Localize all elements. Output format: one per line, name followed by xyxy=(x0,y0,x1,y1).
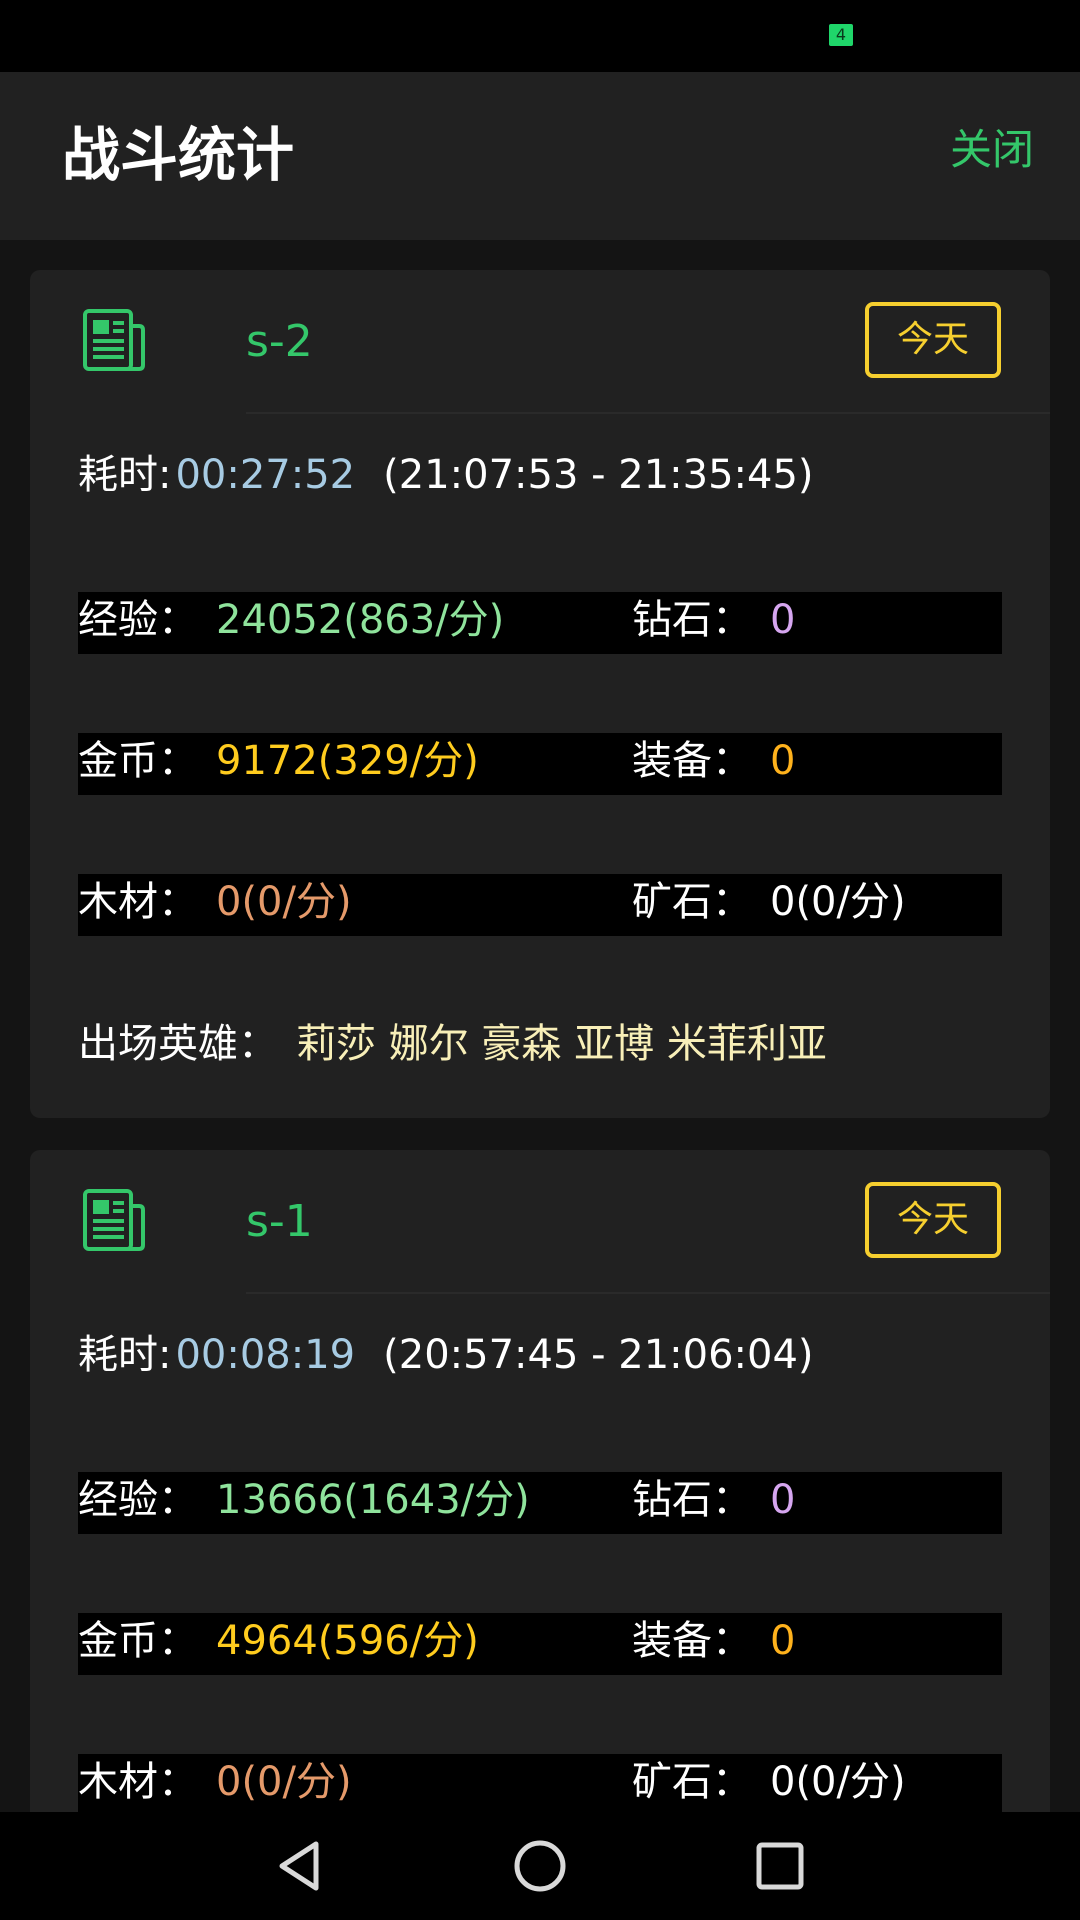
navigation-bar xyxy=(0,1812,1080,1920)
ore-label: 矿石： xyxy=(632,879,752,925)
status-bar: 4 xyxy=(0,0,1080,72)
wood-stat: 木材： 0(0/分) xyxy=(78,874,352,936)
ore-stat: 矿石： 0(0/分) xyxy=(632,874,906,936)
battle-id: s-2 xyxy=(246,316,313,367)
diamond-label: 钻石： xyxy=(632,1477,752,1523)
exp-stat: 经验： 13666(1643/分) xyxy=(78,1472,530,1534)
newspaper-icon xyxy=(83,1189,145,1251)
date-badge[interactable]: 今天 xyxy=(865,302,1001,378)
ore-value: 0(0/分) xyxy=(770,879,906,925)
battle-id: s-1 xyxy=(246,1196,313,1247)
time-range: (20:57:45 - 21:06:04) xyxy=(383,1332,814,1378)
diamond-stat: 钻石： 0 xyxy=(632,592,795,654)
ore-stat: 矿石： 0(0/分) xyxy=(632,1754,906,1812)
card-divider xyxy=(246,412,1050,414)
close-button[interactable]: 关闭 xyxy=(950,122,1034,178)
duration-value: 00:27:52 xyxy=(175,452,356,498)
home-circle-icon[interactable] xyxy=(510,1836,570,1896)
gold-stat: 金币： 9172(329/分) xyxy=(78,733,479,795)
equip-stat: 装备： 0 xyxy=(632,733,795,795)
exp-label: 经验： xyxy=(78,597,198,643)
page-title: 战斗统计 xyxy=(62,121,295,189)
stat-row-exp-diamond: 经验： 24052(863/分) 钻石： 0 xyxy=(78,592,1002,654)
wood-value: 0(0/分) xyxy=(216,879,352,925)
equip-value: 0 xyxy=(770,738,796,784)
diamond-value: 0 xyxy=(770,1477,796,1523)
battle-stats-screen: 4 战斗统计 关闭 s-2 今天 耗时: 00:27:52 (21:07:53 - xyxy=(0,0,1080,1920)
wood-value: 0(0/分) xyxy=(216,1759,352,1805)
date-badge[interactable]: 今天 xyxy=(865,1182,1001,1258)
recents-square-icon[interactable] xyxy=(750,1836,810,1896)
battery-icon: 4 xyxy=(829,24,853,46)
battle-list[interactable]: s-2 今天 耗时: 00:27:52 (21:07:53 - 21:35:45) … xyxy=(0,240,1080,1812)
heroes-label: 出场英雄： xyxy=(78,1021,278,1067)
stat-row-gold-equip: 金币： 9172(329/分) 装备： 0 xyxy=(78,733,1002,795)
duration-label: 耗时: xyxy=(78,452,172,498)
card-divider xyxy=(246,1292,1050,1294)
equip-label: 装备： xyxy=(632,738,752,784)
wood-label: 木材： xyxy=(78,879,198,925)
gold-value: 4964(596/分) xyxy=(216,1618,479,1664)
diamond-stat: 钻石： 0 xyxy=(632,1472,795,1534)
exp-label: 经验： xyxy=(78,1477,198,1523)
newspaper-icon xyxy=(83,309,145,371)
duration-line: 耗时: 00:27:52 (21:07:53 - 21:35:45) xyxy=(78,448,814,502)
ore-value: 0(0/分) xyxy=(770,1759,906,1805)
equip-value: 0 xyxy=(770,1618,796,1664)
gold-label: 金币： xyxy=(78,738,198,784)
battle-card[interactable]: s-2 今天 耗时: 00:27:52 (21:07:53 - 21:35:45) … xyxy=(30,270,1050,1118)
diamond-value: 0 xyxy=(770,597,796,643)
heroes-value: 莉莎 娜尔 豪森 亚博 米菲利亚 xyxy=(296,1021,827,1067)
wood-stat: 木材： 0(0/分) xyxy=(78,1754,352,1812)
diamond-label: 钻石： xyxy=(632,597,752,643)
back-triangle-icon[interactable] xyxy=(270,1836,330,1896)
app-header: 战斗统计 关闭 xyxy=(0,72,1080,240)
duration-value: 00:08:19 xyxy=(175,1332,356,1378)
gold-stat: 金币： 4964(596/分) xyxy=(78,1613,479,1675)
ore-label: 矿石： xyxy=(632,1759,752,1805)
heroes-line: 出场英雄： 莉莎 娜尔 豪森 亚博 米菲利亚 xyxy=(78,1016,827,1072)
exp-value: 24052(863/分) xyxy=(216,597,505,643)
exp-stat: 经验： 24052(863/分) xyxy=(78,592,504,654)
equip-stat: 装备： 0 xyxy=(632,1613,795,1675)
battle-card[interactable]: s-1 今天 耗时: 00:08:19 (20:57:45 - 21:06:04) … xyxy=(30,1150,1050,1812)
stat-row-wood-ore: 木材： 0(0/分) 矿石： 0(0/分) xyxy=(78,1754,1002,1812)
gold-value: 9172(329/分) xyxy=(216,738,479,784)
duration-line: 耗时: 00:08:19 (20:57:45 - 21:06:04) xyxy=(78,1328,814,1382)
duration-label: 耗时: xyxy=(78,1332,172,1378)
exp-value: 13666(1643/分) xyxy=(216,1477,530,1523)
wood-label: 木材： xyxy=(78,1759,198,1805)
stat-row-exp-diamond: 经验： 13666(1643/分) 钻石： 0 xyxy=(78,1472,1002,1534)
stat-row-wood-ore: 木材： 0(0/分) 矿石： 0(0/分) xyxy=(78,874,1002,936)
time-range: (21:07:53 - 21:35:45) xyxy=(383,452,814,498)
stat-row-gold-equip: 金币： 4964(596/分) 装备： 0 xyxy=(78,1613,1002,1675)
gold-label: 金币： xyxy=(78,1618,198,1664)
equip-label: 装备： xyxy=(632,1618,752,1664)
